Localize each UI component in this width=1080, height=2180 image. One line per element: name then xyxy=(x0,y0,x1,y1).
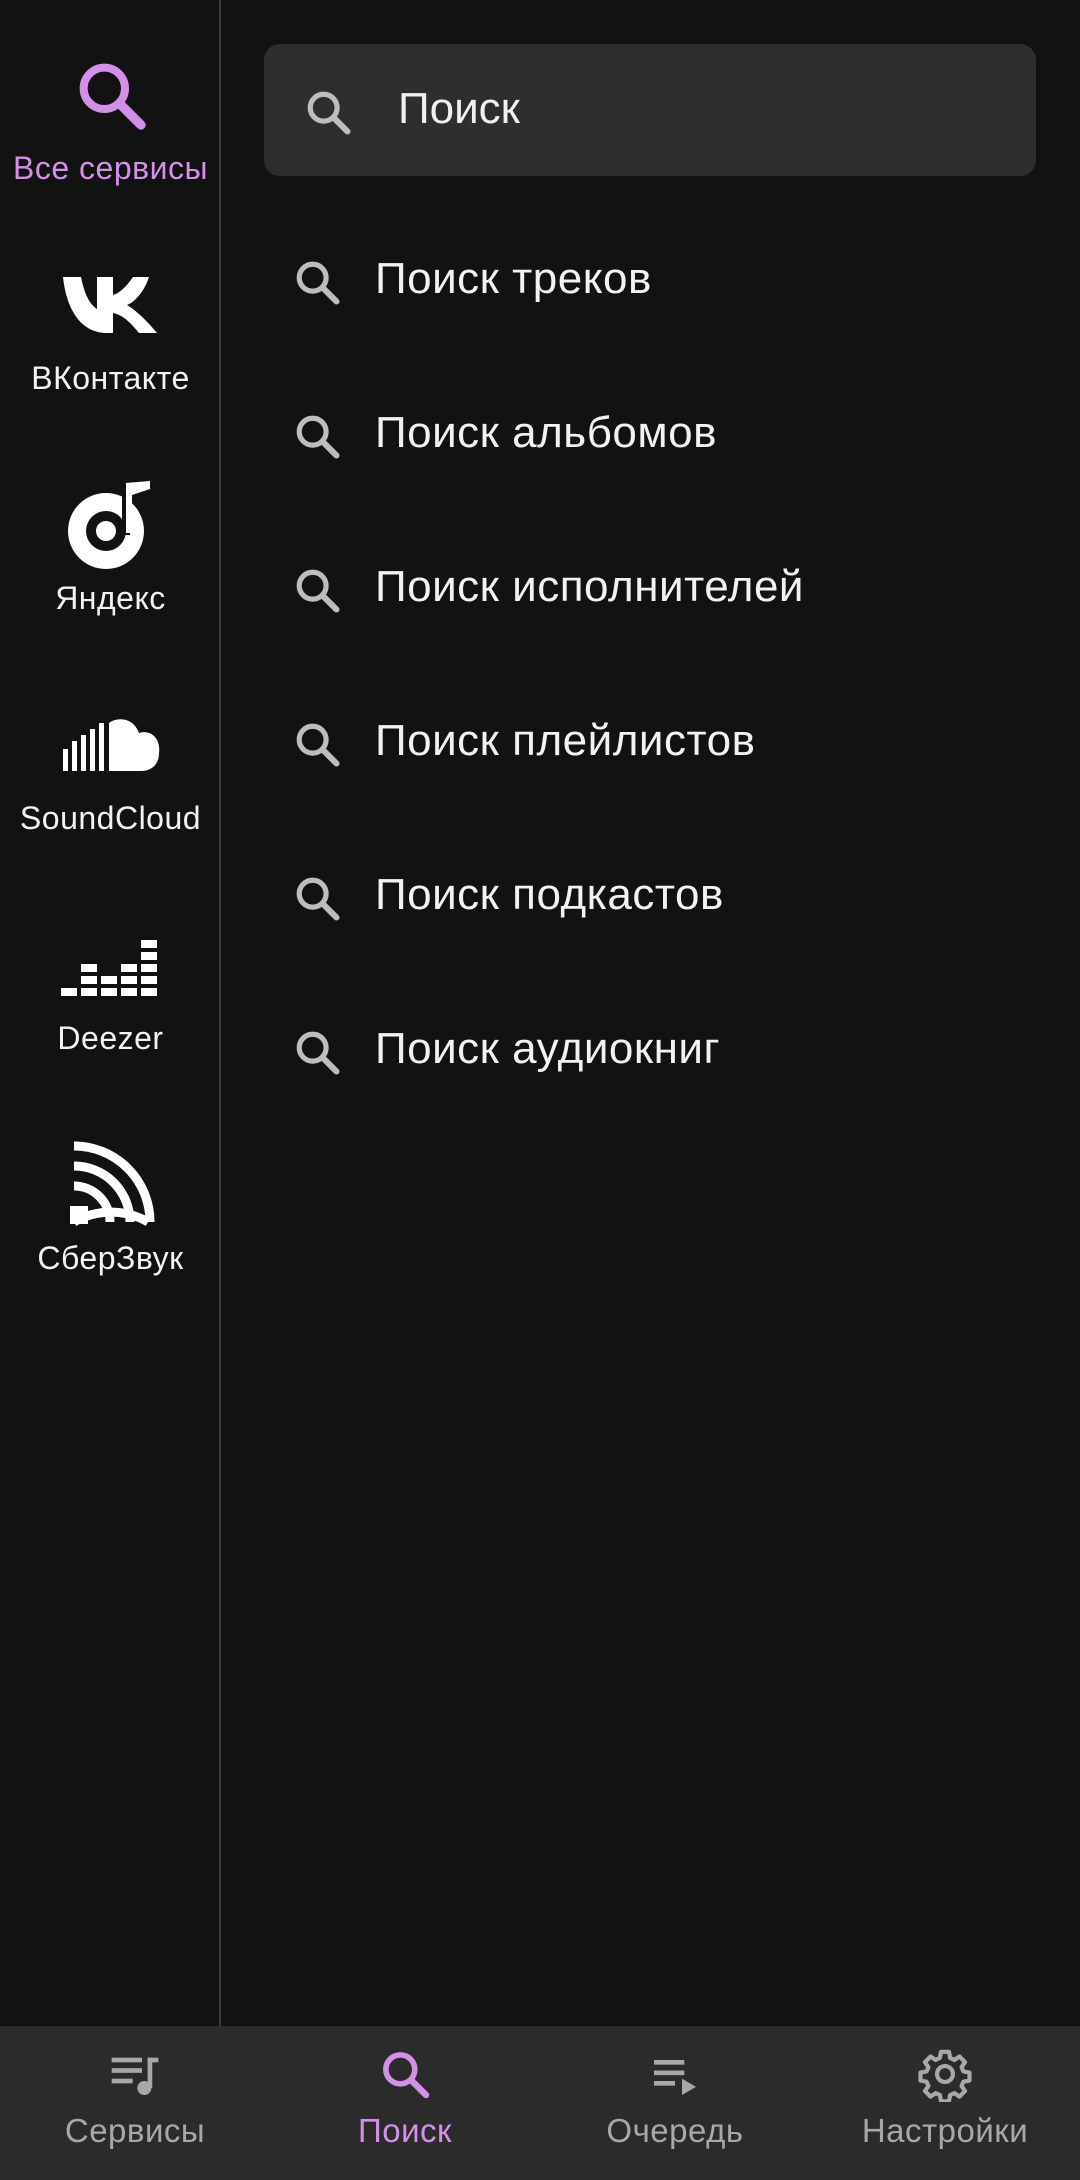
search-icon xyxy=(291,410,343,467)
nav-tab-label: Настройки xyxy=(861,2112,1029,2149)
sidebar-item-yandex[interactable]: Яндекс xyxy=(0,470,221,617)
search-icon xyxy=(291,718,343,775)
search-option-albums[interactable]: Поиск альбомов xyxy=(291,386,1051,486)
sidebar-item-label: Яндекс xyxy=(55,580,166,616)
deezer-icon xyxy=(0,910,221,1020)
nav-tab-settings[interactable]: Настройки xyxy=(810,2026,1080,2180)
soundcloud-icon xyxy=(0,690,221,800)
sidebar-item-label: SoundCloud xyxy=(19,800,202,836)
sidebar-item-soundcloud[interactable]: SoundCloud xyxy=(0,690,221,837)
search-option-tracks[interactable]: Поиск треков xyxy=(291,232,1051,332)
search-placeholder: Поиск xyxy=(398,84,520,133)
search-option-label: Поиск треков xyxy=(375,254,652,303)
search-input[interactable]: Поиск xyxy=(264,44,1036,176)
sidebar-item-vk[interactable]: ВКонтакте xyxy=(0,250,221,397)
sidebar-item-label: Все сервисы xyxy=(13,150,208,186)
search-option-label: Поиск альбомов xyxy=(375,408,717,457)
vk-logo-icon xyxy=(0,250,221,360)
sberzvuk-icon xyxy=(0,1130,221,1240)
nav-tab-label: Очередь xyxy=(606,2112,744,2149)
search-icon xyxy=(270,2026,540,2102)
nav-tab-services[interactable]: Сервисы xyxy=(0,2026,270,2180)
services-sidebar: Все сервисы ВКонтакте Яндекс SoundCloud … xyxy=(0,0,221,2026)
nav-tab-label: Сервисы xyxy=(64,2112,206,2149)
search-icon xyxy=(291,1026,343,1083)
search-option-podcasts[interactable]: Поиск подкастов xyxy=(291,848,1051,948)
search-option-playlists[interactable]: Поиск плейлистов xyxy=(291,694,1051,794)
search-option-artists[interactable]: Поиск исполнителей xyxy=(291,540,1051,640)
search-option-label: Поиск аудиокниг xyxy=(375,1024,721,1073)
sidebar-item-all-services[interactable]: Все сервисы xyxy=(0,40,221,187)
sidebar-item-label: ВКонтакте xyxy=(31,360,190,396)
search-icon xyxy=(291,256,343,313)
sidebar-item-deezer[interactable]: Deezer xyxy=(0,910,221,1057)
nav-tab-queue[interactable]: Очередь xyxy=(540,2026,810,2180)
sidebar-item-sberzvuk[interactable]: СберЗвук xyxy=(0,1130,221,1277)
playlist-play-icon xyxy=(540,2026,810,2102)
nav-tab-label: Поиск xyxy=(358,2112,452,2149)
gear-icon xyxy=(810,2026,1080,2102)
search-icon xyxy=(0,40,221,150)
nav-tab-search[interactable]: Поиск xyxy=(270,2026,540,2180)
yandex-music-icon xyxy=(0,470,221,580)
search-icon xyxy=(302,86,354,143)
search-panel: Поиск Поиск треков Поиск альбомов Поиск … xyxy=(223,0,1080,2026)
sidebar-item-label: СберЗвук xyxy=(37,1240,184,1276)
search-icon xyxy=(291,564,343,621)
search-option-label: Поиск плейлистов xyxy=(375,716,756,765)
search-option-label: Поиск подкастов xyxy=(375,870,724,919)
search-option-label: Поиск исполнителей xyxy=(375,562,804,611)
bottom-navigation: Сервисы Поиск Очередь Настройки xyxy=(0,2026,1080,2180)
sidebar-item-label: Deezer xyxy=(57,1020,164,1056)
search-icon xyxy=(291,872,343,929)
search-option-audiobooks[interactable]: Поиск аудиокниг xyxy=(291,1002,1051,1102)
queue-music-icon xyxy=(0,2026,270,2102)
